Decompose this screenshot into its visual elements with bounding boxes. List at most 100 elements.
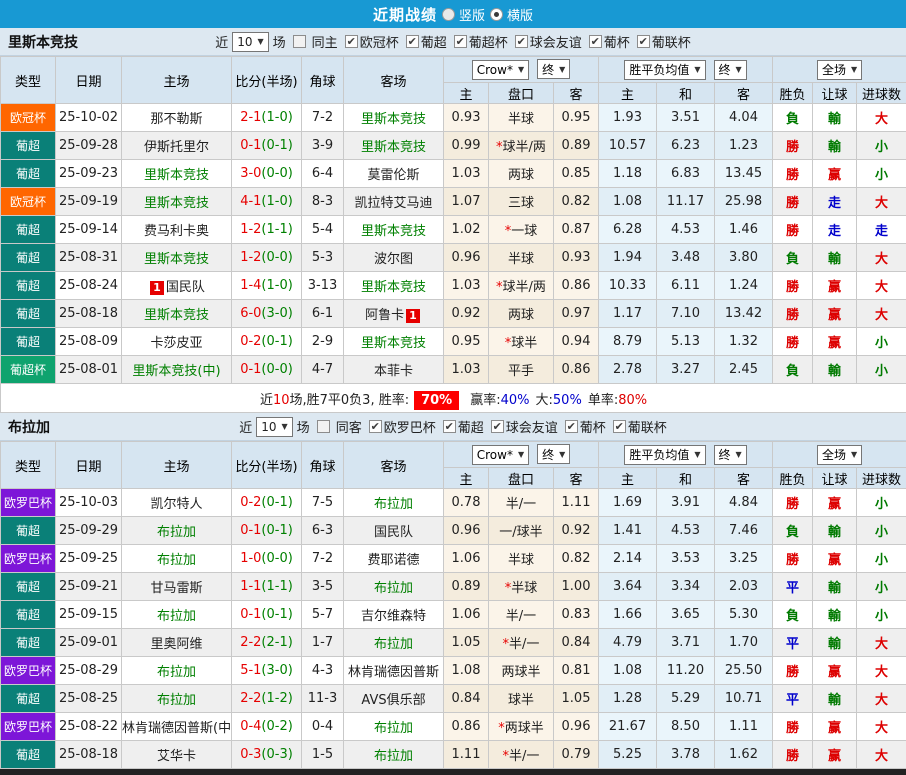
away-team[interactable]: 费耶诺德 xyxy=(367,553,419,568)
radio-checked-icon[interactable] xyxy=(490,8,503,21)
away-team[interactable]: 里斯本竞技 xyxy=(361,280,426,295)
half-time-score: (0-1) xyxy=(261,523,292,538)
euro-stage-select[interactable]: 终▼ xyxy=(714,445,747,465)
layout-radio-vertical[interactable]: 竖版 xyxy=(442,5,485,24)
away-team-cell: 布拉加 xyxy=(344,741,444,769)
league-checkbox[interactable]: ✔ xyxy=(637,35,650,48)
home-team-cell: 凯尔特人 xyxy=(122,489,232,517)
euro-stage-select[interactable]: 终▼ xyxy=(714,60,747,80)
league-checkbox[interactable]: ✔ xyxy=(406,35,419,48)
crown-home-odds: 0.96 xyxy=(444,244,489,272)
away-team[interactable]: 布拉加 xyxy=(374,497,413,512)
half-time-score: (1-2) xyxy=(261,691,292,706)
topbar: 近期战绩 竖版 横版 xyxy=(0,0,906,28)
euro-average-select[interactable]: 胜平负均值▼ xyxy=(624,445,705,465)
home-team[interactable]: 里奥阿维 xyxy=(150,637,202,652)
league-checkbox[interactable]: ✔ xyxy=(613,420,626,433)
same-venue-checkbox[interactable] xyxy=(317,420,330,433)
home-team[interactable]: 布拉加 xyxy=(157,609,196,624)
column-header: 比分(半场) xyxy=(232,442,302,489)
sub-column-header: 主 xyxy=(599,468,657,489)
crown-away-odds: 0.82 xyxy=(554,188,599,216)
summary-stat-label: 赢率: xyxy=(470,393,500,408)
match-scope-select[interactable]: 全场▼ xyxy=(817,60,862,80)
league-checkbox[interactable]: ✔ xyxy=(491,420,504,433)
crown-home-odds: 1.06 xyxy=(444,545,489,573)
away-team[interactable]: 莫雷伦斯 xyxy=(367,168,419,183)
euro-average-select[interactable]: 胜平负均值▼ xyxy=(624,60,705,80)
away-team[interactable]: 里斯本竞技 xyxy=(361,336,426,351)
sub-column-header: 胜负 xyxy=(773,83,813,104)
league-checkbox[interactable]: ✔ xyxy=(589,35,602,48)
home-team[interactable]: 布拉加 xyxy=(157,665,196,680)
home-team[interactable]: 甘马雷斯 xyxy=(150,581,202,596)
league-checkbox[interactable]: ✔ xyxy=(454,35,467,48)
away-team[interactable]: 布拉加 xyxy=(374,749,413,764)
summary-row: 近10场,胜7平0负3, 胜率:70%赢率:40%大:50%单率:80% xyxy=(1,384,906,413)
odds-provider-select[interactable]: Crow*▼ xyxy=(472,445,529,465)
away-team[interactable]: 布拉加 xyxy=(374,721,413,736)
same-venue-checkbox[interactable] xyxy=(293,35,306,48)
away-team[interactable]: 林肯瑞德因普斯 xyxy=(348,665,439,680)
home-team[interactable]: 国民队 xyxy=(166,280,205,295)
summary-count: 10 xyxy=(273,393,290,408)
home-team[interactable]: 艾华卡 xyxy=(157,749,196,764)
home-team[interactable]: 那不勒斯 xyxy=(150,112,202,127)
odds-stage-select[interactable]: 终▼ xyxy=(537,59,570,79)
home-team[interactable]: 伊斯托里尔 xyxy=(144,140,209,155)
home-team[interactable]: 里斯本竞技 xyxy=(144,168,209,183)
league-checkbox[interactable]: ✔ xyxy=(345,35,358,48)
corner-score: 7-2 xyxy=(302,104,344,132)
score-cell: 1-0(0-0) xyxy=(232,545,302,573)
goals-result: 大 xyxy=(857,629,906,657)
league-checkbox[interactable]: ✔ xyxy=(369,420,382,433)
home-team[interactable]: 卡莎皮亚 xyxy=(150,336,202,351)
match-count-select[interactable]: 10▼ xyxy=(256,417,292,437)
match-scope-select[interactable]: 全场▼ xyxy=(817,445,862,465)
home-team[interactable]: 布拉加 xyxy=(157,525,196,540)
euro-average-select-value: 胜平负均值 xyxy=(629,446,689,463)
away-team[interactable]: AVS俱乐部 xyxy=(361,693,425,708)
sub-column-header: 让球 xyxy=(813,468,857,489)
away-team[interactable]: 国民队 xyxy=(374,525,413,540)
radio-icon[interactable] xyxy=(442,8,455,21)
win-draw-loss-result: 負 xyxy=(773,517,813,545)
crown-home-odds: 1.05 xyxy=(444,629,489,657)
away-team[interactable]: 本菲卡 xyxy=(374,364,413,379)
euro-home-odds: 1.18 xyxy=(599,160,657,188)
away-team[interactable]: 里斯本竞技 xyxy=(361,224,426,239)
away-team[interactable]: 波尔图 xyxy=(374,252,413,267)
away-team[interactable]: 布拉加 xyxy=(374,581,413,596)
euro-home-odds: 5.25 xyxy=(599,741,657,769)
match-count-select[interactable]: 10▼ xyxy=(232,32,268,52)
away-team[interactable]: 吉尔维森特 xyxy=(361,609,426,624)
home-team[interactable]: 里斯本竞技(中) xyxy=(132,364,220,379)
home-team[interactable]: 凯尔特人 xyxy=(150,497,202,512)
odds-provider-select[interactable]: Crow*▼ xyxy=(472,60,529,80)
home-team[interactable]: 布拉加 xyxy=(157,553,196,568)
home-team[interactable]: 里斯本竞技 xyxy=(144,252,209,267)
league-checkbox[interactable]: ✔ xyxy=(515,35,528,48)
odds-stage-select[interactable]: 终▼ xyxy=(537,444,570,464)
handicap-result: 赢 xyxy=(813,489,857,517)
away-team[interactable]: 凯拉特艾马迪 xyxy=(354,196,432,211)
away-team[interactable]: 阿鲁卡 xyxy=(365,308,404,323)
league-checkbox[interactable]: ✔ xyxy=(443,420,456,433)
home-team[interactable]: 里斯本竞技 xyxy=(144,308,209,323)
handicap-cell: 半/一 xyxy=(489,489,554,517)
league-checkbox[interactable]: ✔ xyxy=(565,420,578,433)
home-team[interactable]: 林肯瑞德因普斯(中) xyxy=(122,721,232,736)
away-team[interactable]: 里斯本竞技 xyxy=(361,140,426,155)
away-team[interactable]: 里斯本竞技 xyxy=(361,112,426,127)
handicap-cell: 一/球半 xyxy=(489,517,554,545)
crown-home-odds: 1.02 xyxy=(444,216,489,244)
home-team[interactable]: 里斯本竞技 xyxy=(144,196,209,211)
league-label: 葡联杯 xyxy=(628,417,667,436)
away-team[interactable]: 布拉加 xyxy=(374,637,413,652)
result-header: 全场▼ xyxy=(773,57,906,83)
table-row: 欧罗巴杯25-09-25布拉加1-0(0-0)7-2费耶诺德1.06半球0.82… xyxy=(1,545,906,573)
layout-radio-horizontal[interactable]: 横版 xyxy=(490,5,533,24)
home-team[interactable]: 费马利卡奥 xyxy=(144,224,209,239)
home-team[interactable]: 布拉加 xyxy=(157,693,196,708)
sub-column-header: 主 xyxy=(444,468,489,489)
